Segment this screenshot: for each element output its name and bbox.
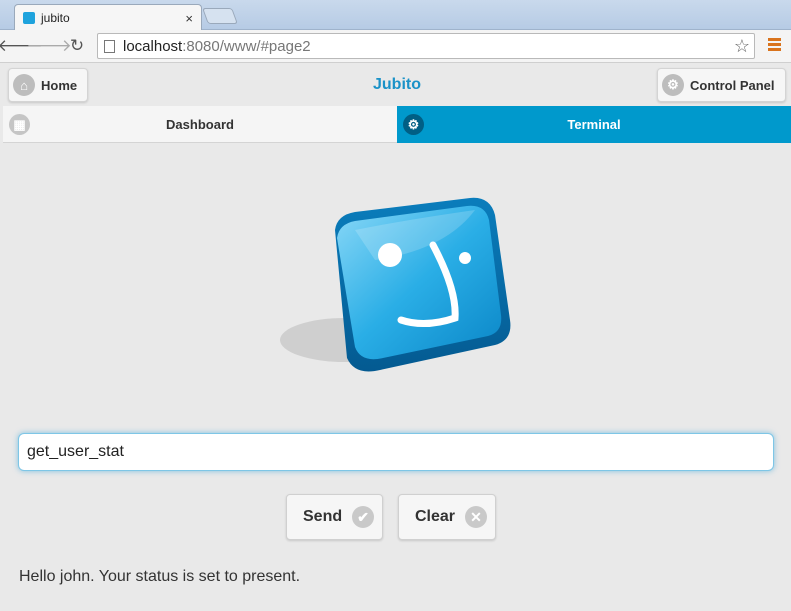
clear-label: Clear [415,508,456,525]
tab-terminal-label: Terminal [567,117,621,132]
reload-icon[interactable]: ↻ [66,35,88,57]
gear-icon: ⚙ [403,114,424,135]
tab-dashboard[interactable]: ▦ Dashboard [3,106,397,143]
favicon-icon [23,12,35,24]
browser-menu-icon[interactable] [768,38,781,52]
check-icon: ✔ [352,506,375,528]
new-tab-button[interactable] [202,8,238,24]
browser-tab[interactable]: jubito × [14,4,202,31]
gear-icon: ⚙ [662,74,684,96]
forward-arrow-icon[interactable]: 🡒 [26,35,72,57]
browser-tabstrip: jubito × [0,0,791,31]
page-icon [104,39,115,53]
control-panel-label: Control Panel [690,77,775,93]
close-tab-icon[interactable]: × [185,11,193,26]
command-input[interactable] [18,433,774,471]
control-panel-button[interactable]: ⚙ Control Panel [657,68,786,102]
clear-x-icon: ✕ [465,506,488,528]
jubito-logo [280,197,511,372]
grid-icon: ▦ [9,114,30,135]
nav-tabs: ▦ Dashboard ⚙ Terminal [3,106,791,143]
bookmark-star-icon[interactable]: ☆ [734,36,750,57]
send-label: Send [303,508,343,525]
send-button[interactable]: Send ✔ [286,494,384,540]
address-bar[interactable]: localhost :8080/www/#page2 ☆ [97,33,755,59]
url-host: localhost [123,37,183,55]
tab-terminal[interactable]: ⚙ Terminal [397,106,791,143]
app-header: ⌂ Home Jubito ⚙ Control Panel [3,64,791,106]
clear-button[interactable]: Clear ✕ [398,494,497,540]
terminal-output: Hello john. Your status is set to presen… [19,568,301,585]
browser-tab-title: jubito [41,11,70,25]
logo-eye-right [459,252,471,264]
browser-toolbar: 🡐 🡒 ↻ localhost :8080/www/#page2 ☆ [0,30,791,63]
tab-dashboard-label: Dashboard [166,116,234,132]
url-path: :8080/www/#page2 [182,37,311,55]
